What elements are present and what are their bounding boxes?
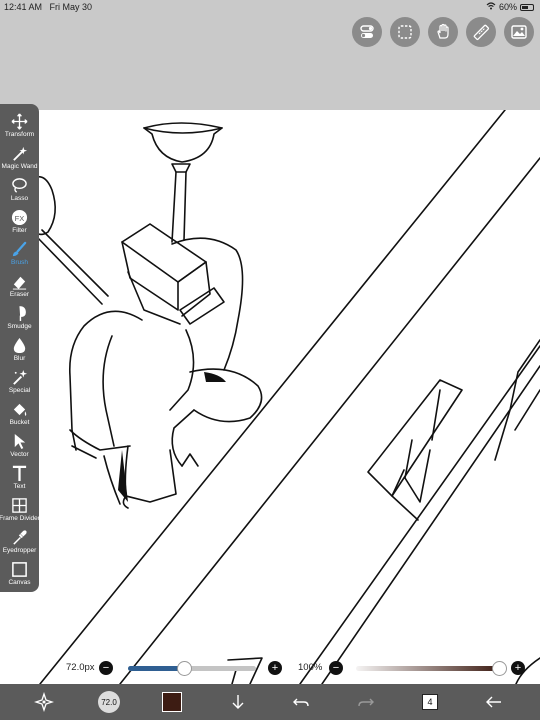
battery-fill	[522, 5, 528, 9]
svg-text:FX: FX	[15, 213, 25, 222]
lasso-icon	[11, 176, 29, 194]
eyedropper-icon	[11, 528, 29, 546]
tool-label: Bucket	[9, 419, 30, 426]
brush-size-slider-fill	[128, 666, 185, 671]
top-toolbar	[352, 17, 534, 47]
tool-special[interactable]: Special	[0, 366, 39, 398]
text-t-icon	[11, 464, 29, 482]
ruler-icon[interactable]	[466, 17, 496, 47]
tool-canvas[interactable]: Canvas	[0, 558, 39, 590]
opacity-slider-knob[interactable]	[492, 661, 507, 676]
tool-label: Filter	[12, 227, 27, 234]
tool-label: Lasso	[10, 195, 29, 202]
current-color-swatch	[162, 692, 182, 712]
status-time-date: 12:41 AM Fri May 30	[4, 2, 92, 12]
battery-percent: 60%	[498, 2, 517, 12]
tool-label: Smudge	[7, 323, 32, 330]
undo-icon[interactable]	[289, 690, 313, 714]
line-art-drawing	[20, 110, 540, 684]
brush-size-decrease-button[interactable]: −	[99, 661, 113, 675]
tool-vector[interactable]: Vector	[0, 430, 39, 462]
smudge-icon	[11, 304, 29, 322]
status-bar: 12:41 AM Fri May 30 60%	[0, 0, 540, 14]
quick-menu-icon[interactable]	[32, 690, 56, 714]
back-arrow-icon[interactable]	[482, 690, 506, 714]
tool-palette: Transform Magic Wand Lasso FX Filter Brush Era…	[0, 104, 40, 592]
status-right: 60%	[486, 2, 534, 12]
tool-eraser[interactable]: Eraser	[0, 270, 39, 302]
brush-sliders: 72.0px − + 100% − +	[0, 660, 540, 678]
brush-preview-button[interactable]: 72.0	[97, 690, 121, 714]
opacity-increase-button[interactable]: +	[511, 661, 525, 675]
bucket-icon	[11, 400, 29, 418]
download-arrow-icon[interactable]	[226, 690, 250, 714]
hand-icon[interactable]	[428, 17, 458, 47]
layer-count-badge: 4	[422, 694, 438, 710]
opacity-value: 100%	[298, 662, 323, 673]
brush-size-increase-button[interactable]: +	[268, 661, 282, 675]
tool-label: Canvas	[8, 579, 31, 586]
tool-lasso[interactable]: Lasso	[0, 174, 39, 206]
tool-label: Special	[8, 387, 31, 394]
opacity-decrease-button[interactable]: −	[329, 661, 343, 675]
fx-icon: FX	[11, 208, 29, 226]
tool-brush[interactable]: Brush	[0, 238, 39, 270]
layers-button[interactable]: 4	[418, 690, 442, 714]
tool-frame-divider[interactable]: Frame Divider	[0, 494, 40, 526]
battery-icon	[520, 3, 534, 11]
move-arrows-icon	[11, 112, 29, 130]
material-icon[interactable]	[504, 17, 534, 47]
tool-label: Brush	[11, 259, 28, 266]
tool-label: Frame Divider	[0, 515, 40, 522]
tool-label: Vector	[10, 451, 29, 458]
tool-eyedropper[interactable]: Eyedropper	[0, 526, 39, 558]
bottom-toolbar: 72.0 4	[0, 684, 540, 720]
color-swatch-button[interactable]	[160, 690, 184, 714]
drawing-canvas[interactable]	[0, 110, 540, 684]
tool-filter[interactable]: FX Filter	[0, 206, 39, 238]
selection-icon[interactable]	[390, 17, 420, 47]
tool-text[interactable]: Text	[0, 462, 39, 494]
tool-label: Eraser	[9, 291, 30, 298]
droplet-icon	[11, 336, 29, 354]
frame-divider-icon	[11, 496, 29, 514]
tool-label: Transform	[4, 131, 35, 138]
redo-icon[interactable]	[354, 690, 378, 714]
brush-icon	[11, 240, 29, 258]
brush-size-value: 72.0px	[66, 662, 95, 673]
tool-magic-wand[interactable]: Magic Wand	[0, 142, 39, 174]
tool-label: Magic Wand	[1, 163, 38, 170]
status-time: 12:41 AM	[4, 2, 43, 12]
tool-smudge[interactable]: Smudge	[0, 302, 39, 334]
tool-bucket[interactable]: Bucket	[0, 398, 39, 430]
tool-label: Text	[13, 483, 26, 490]
status-date: Fri May 30	[49, 2, 93, 12]
canvas-icon	[11, 560, 29, 578]
tool-label: Blur	[13, 355, 26, 362]
tool-transform[interactable]: Transform	[0, 110, 39, 142]
brush-preview: 72.0	[98, 691, 120, 713]
settings-toggle-icon[interactable]	[352, 17, 382, 47]
eraser-icon	[11, 272, 29, 290]
tool-blur[interactable]: Blur	[0, 334, 39, 366]
brush-size-slider-knob[interactable]	[177, 661, 193, 676]
opacity-slider[interactable]	[356, 666, 500, 671]
sparkle-wand-icon	[11, 368, 29, 386]
cursor-arrow-icon	[11, 432, 29, 450]
magic-wand-icon	[11, 144, 29, 162]
wifi-icon	[486, 2, 496, 12]
tool-label: Eyedropper	[2, 547, 37, 554]
